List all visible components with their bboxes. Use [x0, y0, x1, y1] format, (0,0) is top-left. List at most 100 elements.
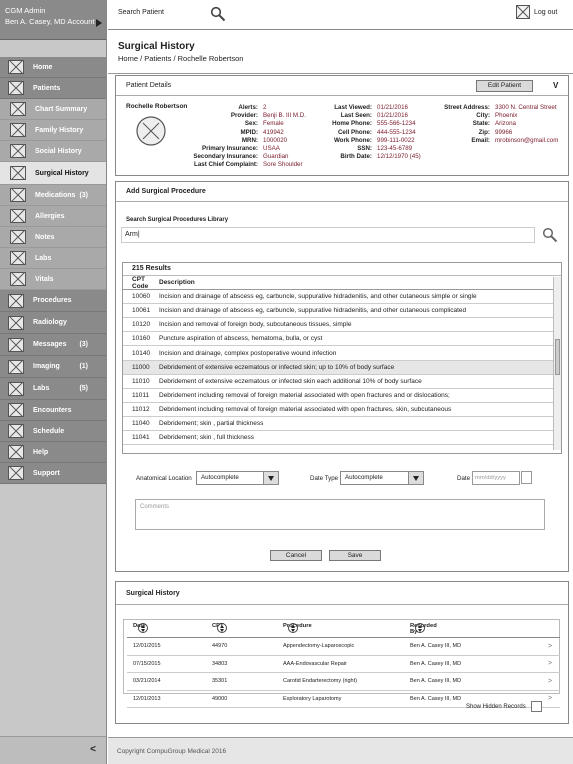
- field-value: 12/12/1970 (45): [377, 153, 421, 161]
- results-scrollbar[interactable]: [553, 277, 561, 450]
- anatomical-location-select[interactable]: Autocomplete: [196, 471, 279, 485]
- cpt-code-cell: 10060: [132, 293, 151, 301]
- nav-support[interactable]: Support: [0, 463, 106, 484]
- col-procedure[interactable]: Procedure: [283, 623, 312, 633]
- calendar-icon[interactable]: [521, 471, 532, 484]
- save-button[interactable]: Save: [329, 550, 381, 561]
- field-value: Female: [263, 120, 284, 128]
- nav-social-history[interactable]: Social History: [0, 141, 106, 162]
- nav-allergies[interactable]: Allergies: [0, 206, 106, 227]
- table-row[interactable]: 12/01/2015 44970 Appendectomy-Laparoscopic…: [127, 638, 560, 656]
- field-label: Zip:: [478, 128, 490, 136]
- chevron-right-icon[interactable]: >: [548, 643, 552, 650]
- nav-support-label: Support: [33, 469, 60, 477]
- history-cpt-cell: 35301: [212, 678, 228, 685]
- col-date[interactable]: Date: [133, 623, 148, 633]
- encounters-icon: [8, 403, 24, 417]
- date-input[interactable]: mm/dd/yyyy: [472, 471, 520, 485]
- table-row[interactable]: 11000 Debridement of extensive eczematous…: [123, 360, 561, 375]
- table-row[interactable]: 11010 Debridement of extensive eczematous…: [123, 375, 561, 389]
- search-icon[interactable]: [210, 6, 226, 22]
- surgical-history-title: Surgical History: [126, 590, 180, 597]
- nav-help-label: Help: [33, 448, 49, 456]
- results-header-row: CPT Code Description: [123, 276, 561, 291]
- history-procedure-cell: Carotid Endarterectomy (right): [283, 678, 357, 685]
- messages-icon: [8, 337, 24, 352]
- account-arrow-icon[interactable]: [96, 19, 102, 27]
- nav-radiology[interactable]: Radiology: [0, 312, 106, 334]
- history-cpt-cell: 34803: [212, 660, 228, 667]
- nav-labs-sub[interactable]: Labs: [0, 248, 106, 269]
- field-label: Home Phone:: [332, 120, 372, 128]
- table-row[interactable]: 10140 Incision and drainage, complex post…: [123, 346, 561, 361]
- history-date-cell: 03/21/2014: [133, 678, 161, 685]
- table-row[interactable]: 11041 Debridement; skin , full thickness: [123, 431, 561, 446]
- chevron-right-icon[interactable]: >: [548, 695, 552, 702]
- table-row[interactable]: 10160 Puncture aspiration of abscess, hem…: [123, 332, 561, 347]
- chevron-right-icon[interactable]: >: [548, 660, 552, 667]
- logout-button[interactable]: Log out: [516, 5, 557, 19]
- sort-icon[interactable]: [217, 623, 227, 633]
- table-row[interactable]: 07/15/2015 34803 AAA-Endovascular Repair Be…: [127, 656, 560, 673]
- description-cell: Puncture aspiration of abscess, hematoma…: [159, 335, 323, 343]
- nav-medications[interactable]: Medications (3): [0, 185, 106, 206]
- nav-schedule[interactable]: Schedule: [0, 421, 106, 442]
- field-label: SSN:: [357, 145, 372, 153]
- nav-notes[interactable]: Notes: [0, 227, 106, 248]
- chevron-right-icon[interactable]: >: [548, 678, 552, 685]
- nav-patients[interactable]: Patients: [0, 78, 106, 99]
- table-row[interactable]: 11012 Debridement including removal of fo…: [123, 403, 561, 417]
- col-recorded-by[interactable]: Recorded By: [410, 623, 437, 635]
- nav-encounters-label: Encounters: [33, 406, 72, 414]
- comments-textarea[interactable]: Comments: [135, 499, 545, 530]
- account-menu[interactable]: CGM Admin Ben A. Casey, MD Account: [0, 0, 106, 40]
- field-label: Work Phone:: [333, 136, 372, 144]
- show-hidden-label: Show Hidden Records: [466, 704, 526, 710]
- nav-labs[interactable]: Labs (5): [0, 378, 106, 400]
- footer: Copyright CompuGroup Medical 2016: [108, 737, 573, 764]
- table-row[interactable]: 10061 Incision and drainage of abscess eg…: [123, 304, 561, 319]
- results-table: 215 Results CPT Code Description 10060 In…: [122, 262, 562, 454]
- collapse-panel-icon[interactable]: V: [553, 76, 558, 96]
- add-procedure-panel: Add Surgical Procedure Search Surgical P…: [115, 181, 569, 572]
- sort-icon[interactable]: [415, 623, 425, 633]
- nav-procedures[interactable]: Procedures: [0, 290, 106, 312]
- search-icon[interactable]: [542, 227, 558, 243]
- nav-surgical-history[interactable]: Surgical History: [0, 162, 106, 185]
- date-type-select[interactable]: Autocomplete: [340, 471, 424, 485]
- table-row[interactable]: 10060 Incision and drainage of abscess eg…: [123, 290, 561, 305]
- patient-field: State: Arizona: [423, 120, 558, 128]
- field-label: Last Viewed:: [334, 104, 372, 111]
- sort-icon[interactable]: [288, 623, 298, 633]
- field-label: State:: [472, 120, 490, 128]
- scrollbar-thumb[interactable]: [555, 339, 560, 375]
- nav-encounters[interactable]: Encounters: [0, 400, 106, 421]
- collapse-sidebar-button[interactable]: <: [0, 736, 106, 764]
- field-value: mrobinson@gmail.com: [495, 136, 559, 144]
- procedure-search-input[interactable]: Arm|: [121, 227, 535, 243]
- description-cell: Debridement; skin , partial thickness: [159, 419, 264, 427]
- edit-patient-button[interactable]: Edit Patient: [476, 80, 533, 92]
- history-by-cell: Ben A. Casey III, MD: [410, 695, 462, 702]
- cancel-button[interactable]: Cancel: [270, 550, 322, 561]
- nav-family-history[interactable]: Family History: [0, 120, 106, 141]
- table-row[interactable]: 10120 Incision and removal of foreign bod…: [123, 318, 561, 333]
- nav-imaging[interactable]: Imaging (1): [0, 356, 106, 378]
- nav-help[interactable]: Help: [0, 442, 106, 463]
- account-name: Ben A. Casey, MD Account: [5, 17, 95, 26]
- col-cpt[interactable]: CPT: [212, 623, 227, 633]
- nav-vitals[interactable]: Vitals: [0, 269, 106, 290]
- nav-chart-summary[interactable]: Chart Summary: [0, 99, 106, 120]
- table-row[interactable]: 11011 Debridement including removal of fo…: [123, 389, 561, 403]
- nav-procedures-label: Procedures: [33, 297, 72, 304]
- radiology-icon: [8, 315, 24, 330]
- breadcrumb[interactable]: Home / Patients / Rochelle Robertson: [118, 54, 243, 63]
- history-procedure-cell: AAA-Endovascular Repair: [283, 660, 347, 667]
- show-hidden-checkbox[interactable]: [531, 701, 542, 712]
- table-row[interactable]: 03/21/2014 35301 Carotid Endarterectomy (r…: [127, 673, 560, 691]
- sort-icon[interactable]: [138, 623, 148, 633]
- description-cell: Incision and drainage of abscess eg, car…: [159, 293, 477, 301]
- nav-home[interactable]: Home: [0, 57, 106, 78]
- table-row[interactable]: 11040 Debridement; skin , partial thickne…: [123, 417, 561, 432]
- nav-messages[interactable]: Messages (3): [0, 334, 106, 356]
